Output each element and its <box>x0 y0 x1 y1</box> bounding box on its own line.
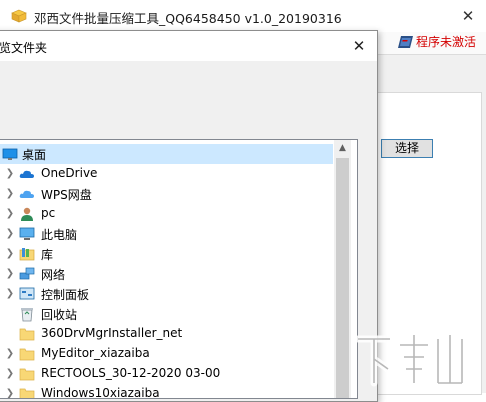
tree-item-folder[interactable]: 360DrvMgrInstaller_net <box>0 324 333 344</box>
app-box-icon <box>11 9 27 23</box>
tree-item-label: 此电脑 <box>41 228 78 242</box>
desktop-icon <box>2 148 18 160</box>
onedrive-cloud-icon <box>19 170 34 178</box>
user-icon <box>21 207 33 221</box>
tree-item-network[interactable]: ❯ 网络 <box>0 264 333 284</box>
tree-item-label: OneDrive <box>41 166 98 180</box>
expand-chevron-icon[interactable]: ❯ <box>5 208 15 220</box>
scroll-up-arrow-icon[interactable]: ▲ <box>334 140 351 157</box>
expand-chevron-icon[interactable]: ❯ <box>5 368 15 380</box>
expand-chevron-icon[interactable]: ❯ <box>5 248 15 260</box>
tree-item-folder[interactable]: ❯ MyEditor_xiazaiba <box>0 344 333 364</box>
dialog-titlebar: 览文件夹 ✕ <box>0 31 377 61</box>
watermark-logo <box>354 331 466 387</box>
tree-item-onedrive[interactable]: ❯ OneDrive <box>0 164 333 184</box>
tree-item-label: 360DrvMgrInstaller_net <box>41 326 183 340</box>
activation-label: 程序未激活 <box>416 35 477 49</box>
expand-chevron-icon[interactable]: ❯ <box>5 348 15 360</box>
select-button[interactable]: 选择 <box>381 139 433 158</box>
tree-item-label: pc <box>41 206 56 220</box>
vertical-scrollbar[interactable]: ▲ <box>334 140 351 398</box>
tree-item-folder[interactable]: ❯ Windows10xiazaiba <box>0 384 333 398</box>
tree-item-this-pc[interactable]: ❯ 此电脑 <box>0 224 333 244</box>
folder-icon <box>19 368 35 381</box>
tree-item-control-panel[interactable]: ❯ 控制面板 <box>0 284 333 304</box>
expand-chevron-icon[interactable]: ❯ <box>5 268 15 280</box>
tree-item-wps[interactable]: ❯ WPS网盘 <box>0 184 333 204</box>
expand-chevron-icon[interactable]: ❯ <box>5 168 15 180</box>
tree-item-label: 桌面 <box>22 148 47 162</box>
tree-item-library[interactable]: ❯ 库 <box>0 244 333 264</box>
expand-chevron-icon[interactable]: ❯ <box>5 388 15 398</box>
folder-icon <box>19 348 35 361</box>
dialog-title: 览文件夹 <box>0 41 48 55</box>
recycle-bin-icon <box>21 308 33 322</box>
folder-tree[interactable]: 桌面 ❯ OneDrive ❯ WPS网盘 ❯ pc ❯ 此电脑 ❯ 库 ❯ 网… <box>0 139 358 399</box>
scroll-thumb[interactable] <box>336 158 349 398</box>
tree-item-folder[interactable]: ❯ RECTOOLS_30-12-2020 03-00 <box>0 364 333 384</box>
expand-chevron-icon[interactable]: ❯ <box>5 228 15 240</box>
wps-cloud-icon <box>19 190 34 198</box>
tree-item-label: 控制面板 <box>41 288 90 302</box>
activation-book-icon <box>398 36 413 48</box>
tree-item-label: RECTOOLS_30-12-2020 03-00 <box>41 366 221 380</box>
main-close-button[interactable]: ✕ <box>456 4 480 28</box>
dialog-close-button[interactable]: ✕ <box>348 35 370 57</box>
folder-icon <box>19 328 35 341</box>
tree-item-desktop[interactable]: 桌面 <box>0 144 333 164</box>
tree-item-recycle-bin[interactable]: 回收站 <box>0 304 333 324</box>
main-titlebar: 邓西文件批量压缩工具_QQ6458450 v1.0_20190316 ✕ <box>0 0 486 32</box>
tree-item-label: WPS网盘 <box>41 188 92 202</box>
tree-item-label: 回收站 <box>41 308 78 322</box>
computer-icon <box>19 227 35 240</box>
tree-item-label: 网络 <box>41 268 66 282</box>
control-panel-icon <box>19 287 35 300</box>
tree-item-pc[interactable]: ❯ pc <box>0 204 333 224</box>
expand-chevron-icon[interactable]: ❯ <box>5 188 15 200</box>
app-title: 邓西文件批量压缩工具_QQ6458450 v1.0_20190316 <box>34 11 342 26</box>
expand-chevron-icon[interactable]: ❯ <box>5 288 15 300</box>
tree-item-label: 库 <box>41 248 54 262</box>
library-icon <box>19 248 35 261</box>
tree-item-label: MyEditor_xiazaiba <box>41 346 150 360</box>
network-icon <box>19 267 35 280</box>
